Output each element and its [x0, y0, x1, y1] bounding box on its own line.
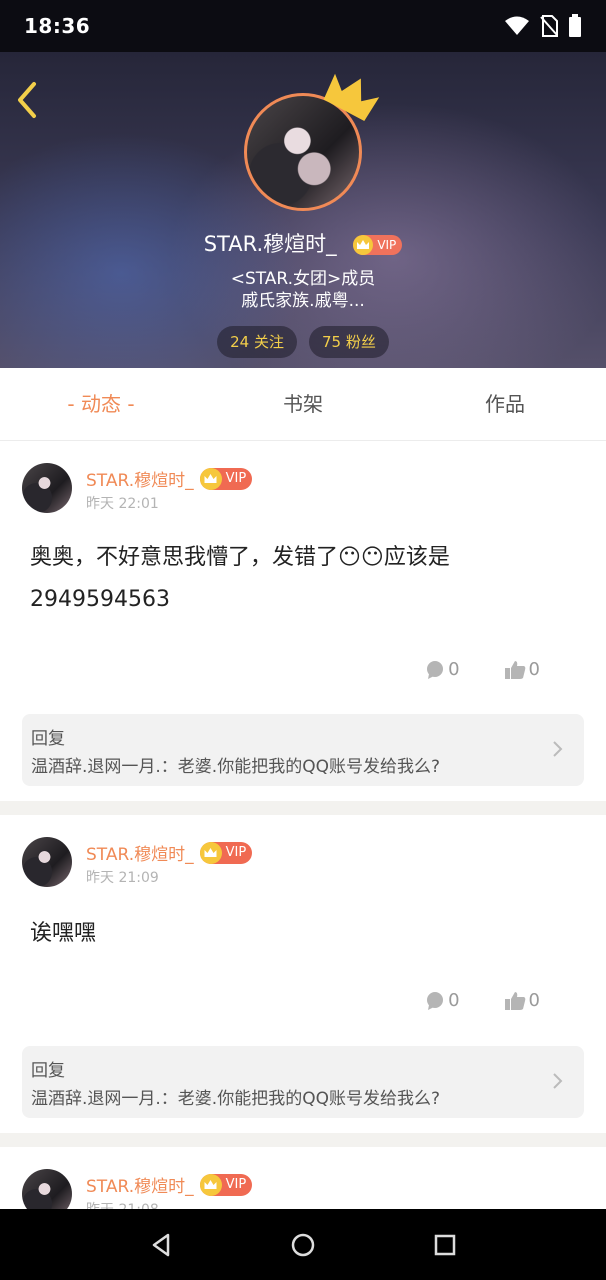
post-card: STAR.穆煊时_ VIP 昨天 22:01 奥奥，不好意思我懵了，发错了😶😶应…: [0, 441, 606, 801]
following-button[interactable]: 24 关注: [217, 326, 297, 358]
comment-count: 0: [448, 990, 460, 1011]
post-author[interactable]: STAR.穆煊时_: [86, 840, 194, 865]
like-button[interactable]: 0: [504, 659, 540, 680]
post-author[interactable]: STAR.穆煊时_: [86, 1172, 194, 1197]
crown-small-icon: [357, 240, 370, 249]
post-time: 昨天 21:09: [86, 870, 159, 886]
post-avatar[interactable]: [22, 837, 72, 887]
vip-label: VIP: [377, 238, 397, 252]
profile-header: STAR.穆煊时_ VIP <STAR.女团>成员 戚氏家族.戚粤... 24 …: [0, 52, 606, 368]
status-bar: 18:36: [0, 0, 606, 52]
profile-stats: 24 关注 75 粉丝: [0, 326, 606, 358]
home-circle-icon: [291, 1233, 315, 1256]
comment-count: 0: [448, 659, 460, 680]
profile-username-row: STAR.穆煊时_ VIP: [0, 228, 606, 258]
like-button[interactable]: 0: [504, 990, 540, 1011]
crown-small-icon: [204, 847, 217, 857]
comment-bubble-icon: [427, 660, 444, 679]
post-author[interactable]: STAR.穆煊时_: [86, 466, 194, 491]
tab-works[interactable]: 作品: [404, 368, 606, 440]
back-button[interactable]: [10, 74, 50, 122]
status-icons: [504, 14, 582, 38]
tab-bookshelf[interactable]: 书架: [202, 368, 404, 440]
profile-bio: <STAR.女团>成员 戚氏家族.戚粤...: [0, 268, 606, 312]
status-time: 18:36: [24, 14, 91, 38]
comment-button[interactable]: 0: [425, 659, 460, 680]
vip-label: VIP: [225, 1177, 247, 1192]
thumbs-up-icon: [504, 660, 525, 679]
recents-square-icon: [434, 1234, 456, 1255]
post-divider: [0, 801, 606, 815]
like-count: 0: [528, 659, 540, 680]
vip-badge: VIP: [199, 1173, 253, 1196]
followers-button[interactable]: 75 粉丝: [309, 326, 389, 358]
post-actions: 0 0: [425, 990, 540, 1011]
wifi-icon: [505, 16, 530, 35]
post-content: 奥奥，不好意思我懵了，发错了😶😶应该是2949594563: [30, 545, 450, 612]
chevron-right-icon: [553, 741, 563, 757]
battery-icon: [569, 14, 581, 37]
vip-badge: VIP: [353, 235, 403, 255]
no-sim-icon: [540, 15, 558, 37]
nav-home-button[interactable]: [283, 1225, 323, 1265]
post-author-row: STAR.穆煊时_ VIP: [86, 466, 253, 491]
vip-badge: VIP: [199, 467, 253, 490]
post-content: 诶嘿嘿: [30, 921, 97, 946]
comment-button[interactable]: 0: [425, 990, 460, 1011]
nav-recents-button[interactable]: [425, 1225, 465, 1265]
comment-bubble-icon: [427, 991, 444, 1010]
post-author-row: STAR.穆煊时_ VIP: [86, 840, 253, 865]
tab-activity[interactable]: - 动态 -: [0, 368, 202, 440]
bio-line-1: <STAR.女团>成员: [230, 269, 376, 289]
reply-text: 温酒辞.退网一月.：老婆.你能把我的QQ账号发给我么?: [31, 1089, 440, 1109]
crown-small-icon: [204, 473, 217, 483]
system-nav-bar: [0, 1209, 606, 1280]
thumbs-up-icon: [504, 991, 525, 1010]
reply-preview[interactable]: 回复 温酒辞.退网一月.：老婆.你能把我的QQ账号发给我么?: [22, 1046, 584, 1118]
chevron-left-icon: [18, 82, 36, 118]
post-avatar[interactable]: [22, 463, 72, 513]
crown-icon: [323, 73, 380, 122]
vip-label: VIP: [225, 471, 247, 486]
reply-label: 回复: [31, 1061, 65, 1081]
reply-preview[interactable]: 回复 温酒辞.退网一月.：老婆.你能把我的QQ账号发给我么?: [22, 714, 584, 786]
nav-back-button[interactable]: [141, 1225, 181, 1265]
post-card: STAR.穆煊时_ VIP 昨天 21:09 诶嘿嘿 0 0 回复 温酒辞.退网…: [0, 815, 606, 1133]
vip-label: VIP: [225, 845, 247, 860]
chevron-right-icon: [553, 1073, 563, 1089]
post-divider: [0, 1133, 606, 1147]
vip-badge: VIP: [199, 841, 253, 864]
post-actions: 0 0: [425, 659, 540, 680]
post-time: 昨天 21:08: [86, 1199, 159, 1209]
back-triangle-icon: [152, 1233, 170, 1256]
post-card: STAR.穆煊时_ VIP 昨天 21:08: [0, 1147, 606, 1209]
post-author-row: STAR.穆煊时_ VIP: [86, 1172, 253, 1197]
reply-label: 回复: [31, 729, 65, 749]
profile-tabs: - 动态 - 书架 作品: [0, 368, 606, 441]
crown-small-icon: [204, 1179, 217, 1189]
post-avatar[interactable]: [22, 1169, 72, 1209]
like-count: 0: [528, 990, 540, 1011]
bio-line-2: 戚氏家族.戚粤...: [241, 291, 365, 311]
post-time: 昨天 22:01: [86, 496, 159, 512]
reply-text: 温酒辞.退网一月.：老婆.你能把我的QQ账号发给我么?: [31, 757, 440, 777]
profile-username: STAR.穆煊时_: [203, 232, 337, 256]
